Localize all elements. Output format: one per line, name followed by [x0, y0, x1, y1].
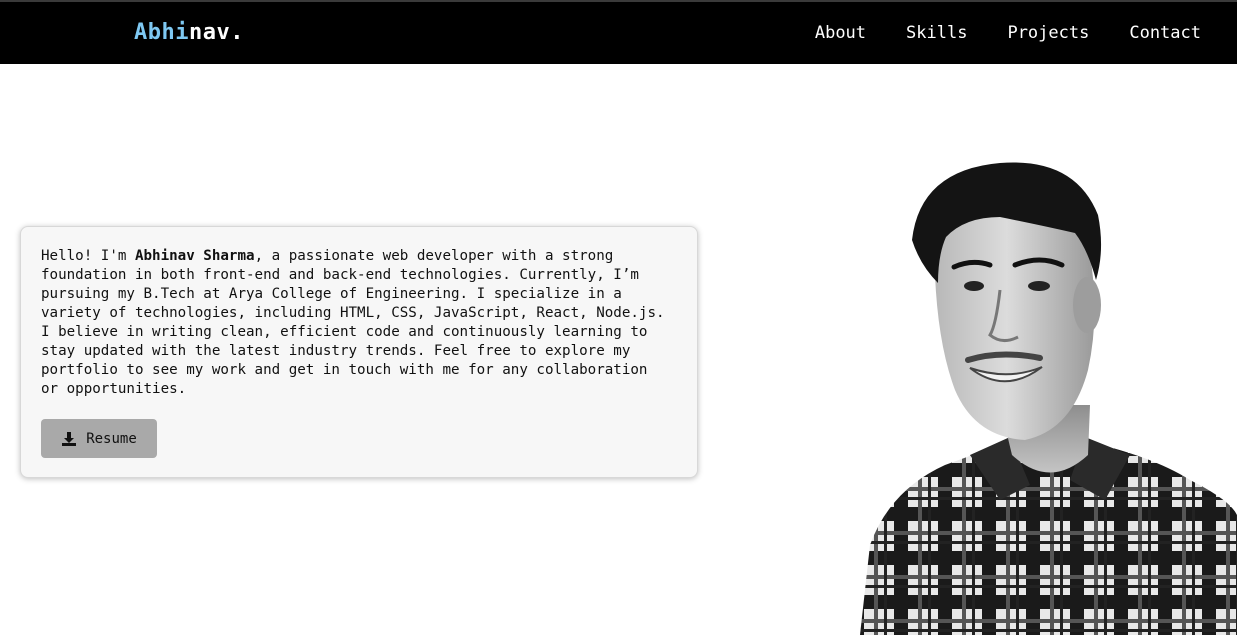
site-logo[interactable]: Abhinav.: [134, 19, 244, 47]
intro-body: , a passionate web developer with a stro…: [41, 248, 665, 397]
download-icon: [62, 431, 77, 446]
nav-link-skills[interactable]: Skills: [906, 22, 967, 44]
intro-name: Abhinav Sharma: [134, 248, 255, 264]
nav-link-about[interactable]: About: [815, 22, 866, 44]
nav-link-projects[interactable]: Projects: [1007, 22, 1089, 44]
nav-links: About Skills Projects Contact: [815, 22, 1201, 44]
navbar: Abhinav. About Skills Projects Contact: [0, 0, 1237, 64]
intro-card: Hello! I'm Abhinav Sharma, a passionate …: [20, 226, 698, 478]
logo-second-part: nav.: [188, 20, 244, 45]
profile-photo: [860, 162, 1237, 635]
resume-button[interactable]: Resume: [41, 419, 157, 458]
nav-link-contact[interactable]: Contact: [1129, 22, 1201, 44]
logo-first-part: Abhi: [134, 20, 189, 45]
intro-paragraph: Hello! I'm Abhinav Sharma, a passionate …: [41, 247, 671, 399]
intro-greeting: Hello! I'm: [41, 248, 135, 264]
resume-label: Resume: [86, 430, 137, 447]
